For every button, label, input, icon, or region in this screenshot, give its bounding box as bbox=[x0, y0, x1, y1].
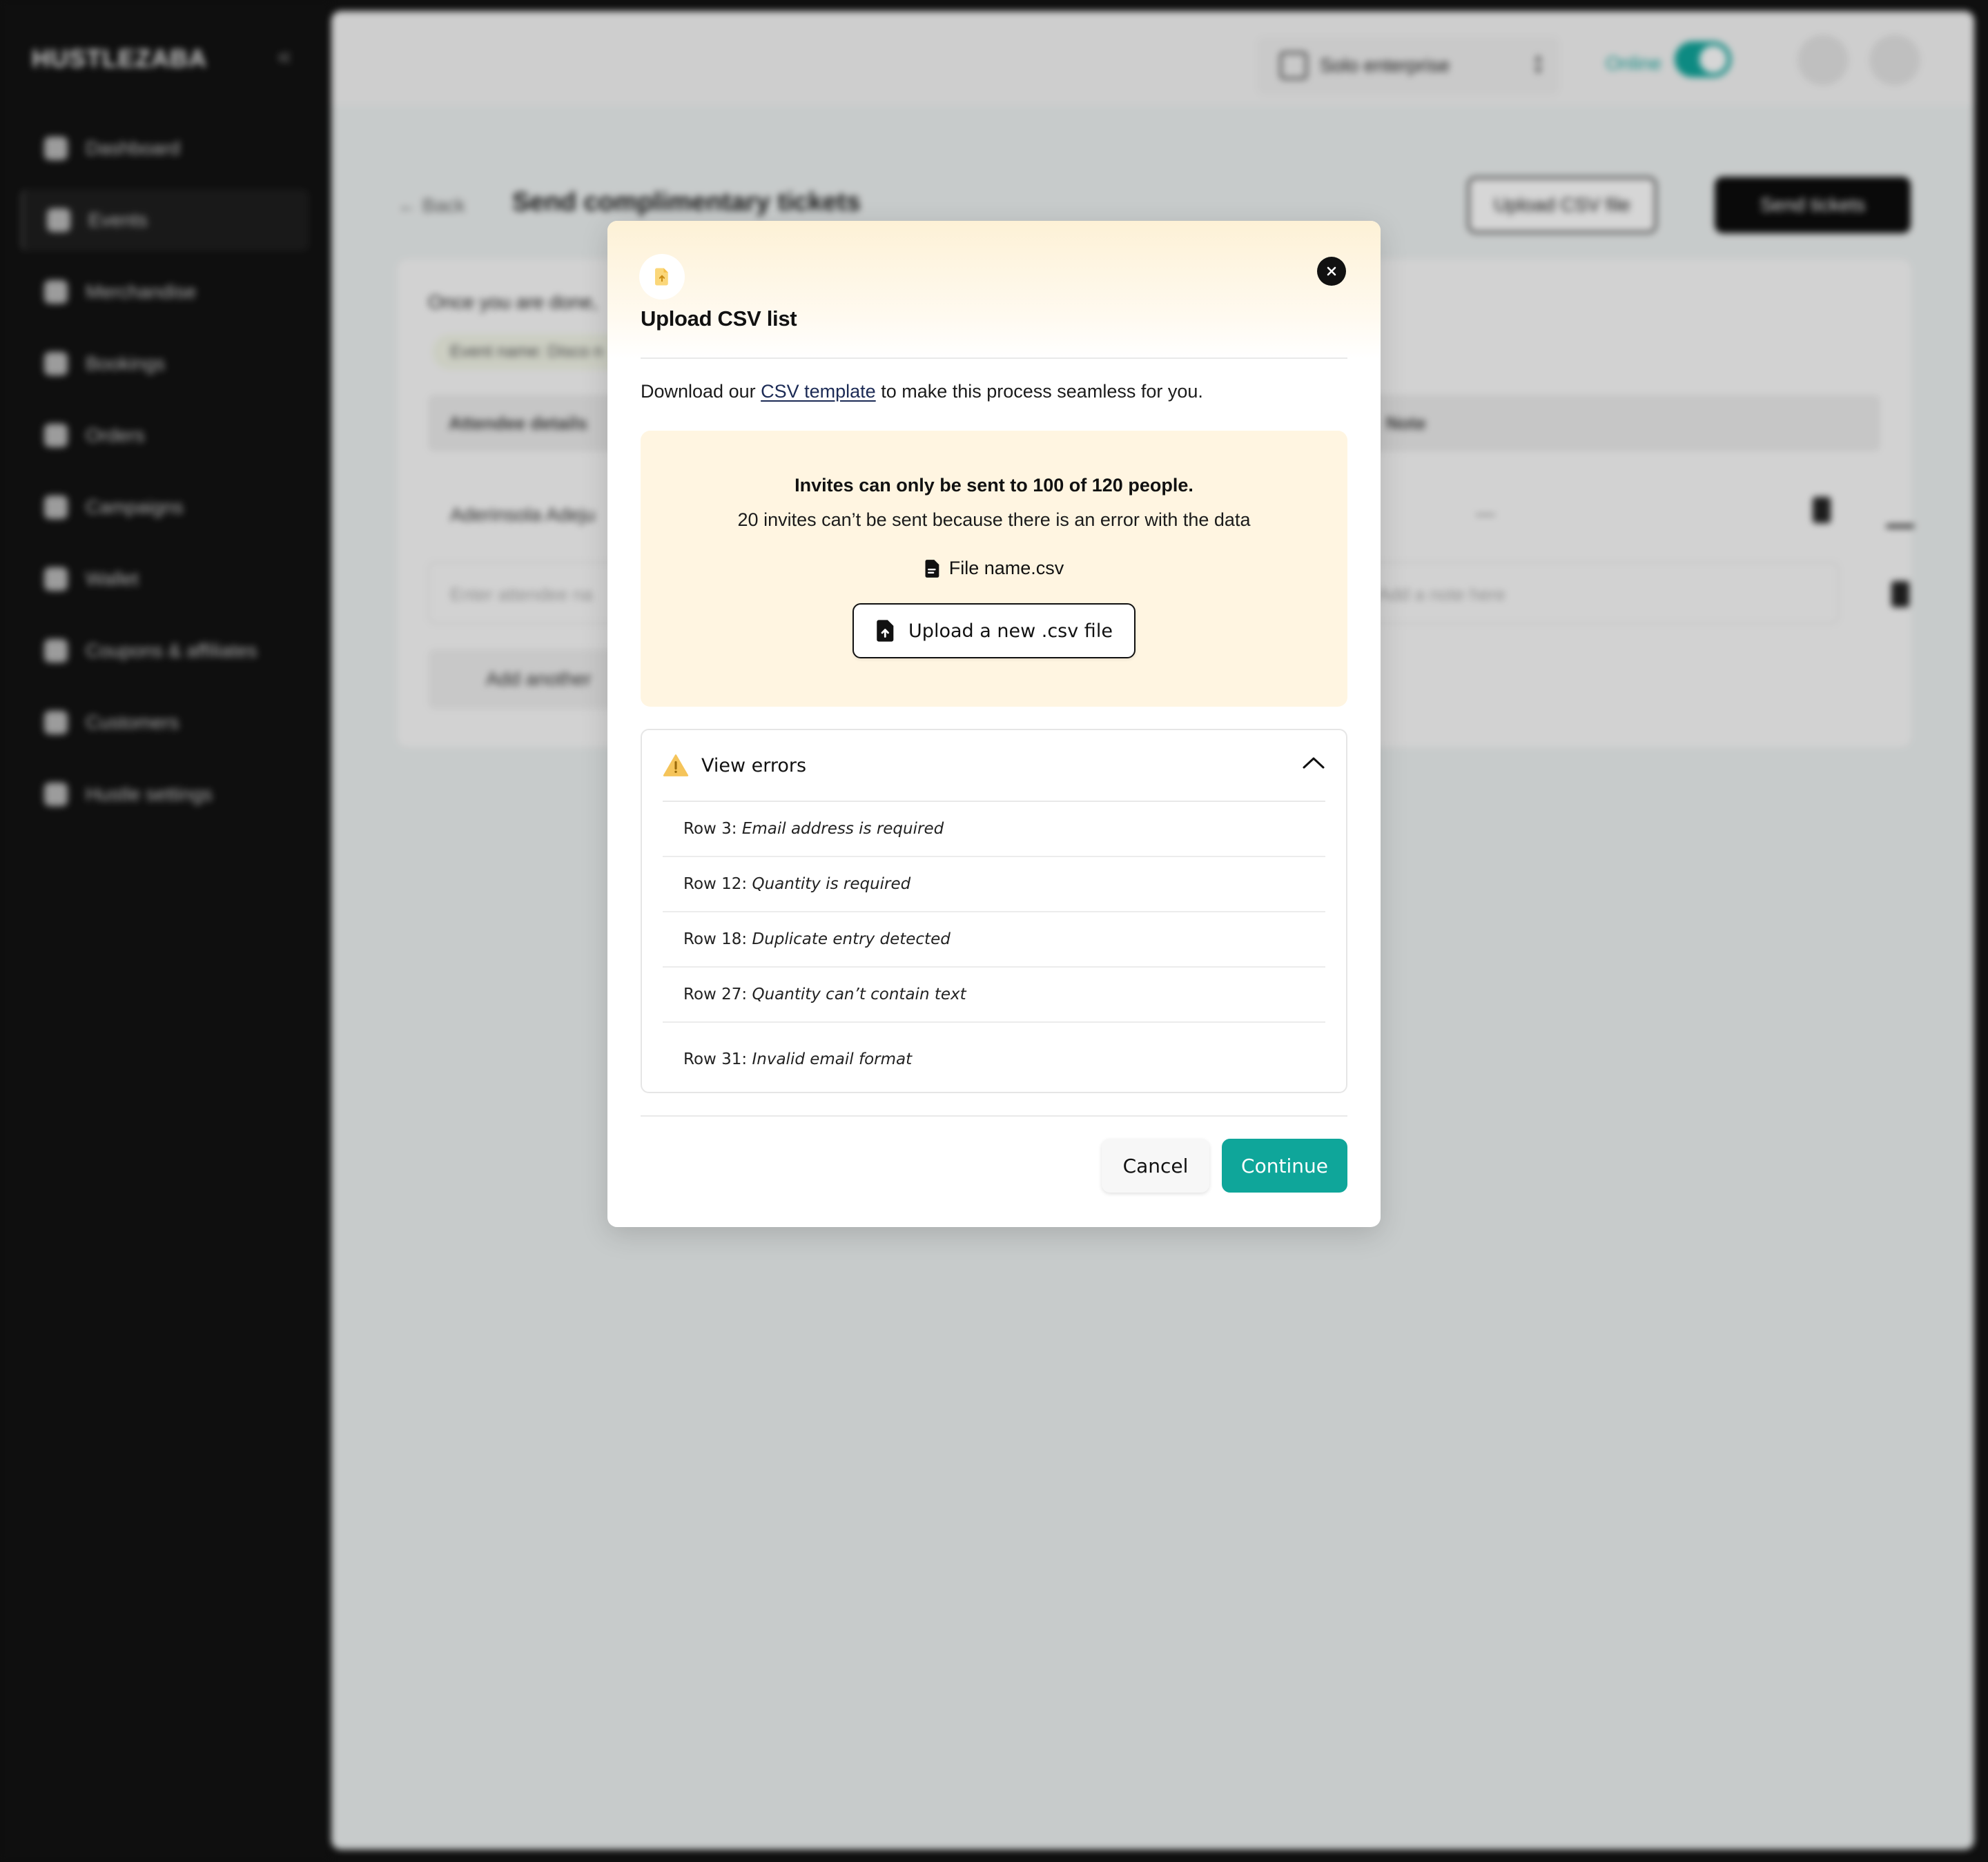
chevron-up-icon[interactable] bbox=[1302, 755, 1325, 770]
error-text: Row 27: Quantity can’t contain text bbox=[683, 986, 966, 1003]
header-divider bbox=[641, 357, 1347, 359]
csv-template-link[interactable]: CSV template bbox=[761, 381, 876, 402]
modal-header bbox=[607, 221, 1381, 359]
error-message: Quantity can’t contain text bbox=[752, 986, 966, 1003]
continue-label: Continue bbox=[1241, 1154, 1328, 1177]
error-row: Row 12: Quantity is required bbox=[663, 857, 1325, 912]
download-suffix: to make this process seamless for you. bbox=[875, 381, 1203, 402]
notice-subtitle: 20 invites can’t be sent because there i… bbox=[737, 509, 1251, 530]
cancel-label: Cancel bbox=[1122, 1154, 1189, 1177]
cancel-button[interactable]: Cancel bbox=[1102, 1139, 1209, 1193]
invite-limit-notice: Invites can only be sent to 100 of 120 p… bbox=[641, 431, 1347, 707]
errors-title: View errors bbox=[701, 755, 807, 776]
error-text: Row 3: Email address is required bbox=[683, 820, 944, 838]
error-row-number: Row 27: bbox=[683, 986, 748, 1003]
error-text: Row 18: Duplicate entry detected bbox=[683, 930, 951, 948]
errors-accordion: View errors Row 3: Email address is requ… bbox=[641, 729, 1347, 1093]
error-row: Row 3: Email address is required bbox=[663, 802, 1325, 857]
notice-title: Invites can only be sent to 100 of 120 p… bbox=[795, 475, 1193, 496]
file-name-row: File name.csv bbox=[641, 558, 1347, 579]
file-upload-icon bbox=[877, 620, 894, 642]
upload-csv-modal: Upload CSV list Download our CSV templat… bbox=[607, 221, 1381, 1227]
error-row-number: Row 18: bbox=[683, 930, 748, 948]
download-instruction: Download our CSV template to make this p… bbox=[641, 381, 1203, 402]
error-row: Row 18: Duplicate entry detected bbox=[663, 912, 1325, 968]
modal-title: Upload CSV list bbox=[641, 306, 797, 331]
errors-accordion-toggle[interactable]: View errors bbox=[642, 730, 1346, 802]
error-row-number: Row 31: bbox=[683, 1050, 748, 1068]
file-icon bbox=[925, 559, 939, 578]
download-prefix: Download our bbox=[641, 381, 761, 402]
error-row-number: Row 3: bbox=[683, 820, 737, 838]
error-message: Email address is required bbox=[741, 820, 944, 838]
error-row-number: Row 12: bbox=[683, 875, 748, 893]
upload-new-label: Upload a new .csv file bbox=[908, 620, 1113, 642]
error-message: Quantity is required bbox=[752, 875, 911, 893]
continue-button[interactable]: Continue bbox=[1222, 1139, 1347, 1193]
error-row: Row 31: Invalid email format bbox=[663, 1023, 1325, 1092]
warning-icon bbox=[663, 754, 689, 776]
error-text: Row 12: Quantity is required bbox=[683, 875, 910, 893]
error-row: Row 27: Quantity can’t contain text bbox=[663, 968, 1325, 1023]
file-upload-icon bbox=[639, 254, 685, 300]
upload-new-csv-button[interactable]: Upload a new .csv file bbox=[852, 603, 1136, 658]
close-icon[interactable] bbox=[1317, 257, 1346, 286]
error-message: Invalid email format bbox=[752, 1050, 913, 1068]
file-name: File name.csv bbox=[948, 558, 1064, 578]
error-message: Duplicate entry detected bbox=[752, 930, 951, 948]
error-text: Row 31: Invalid email format bbox=[683, 1050, 912, 1068]
footer-divider bbox=[641, 1115, 1347, 1117]
